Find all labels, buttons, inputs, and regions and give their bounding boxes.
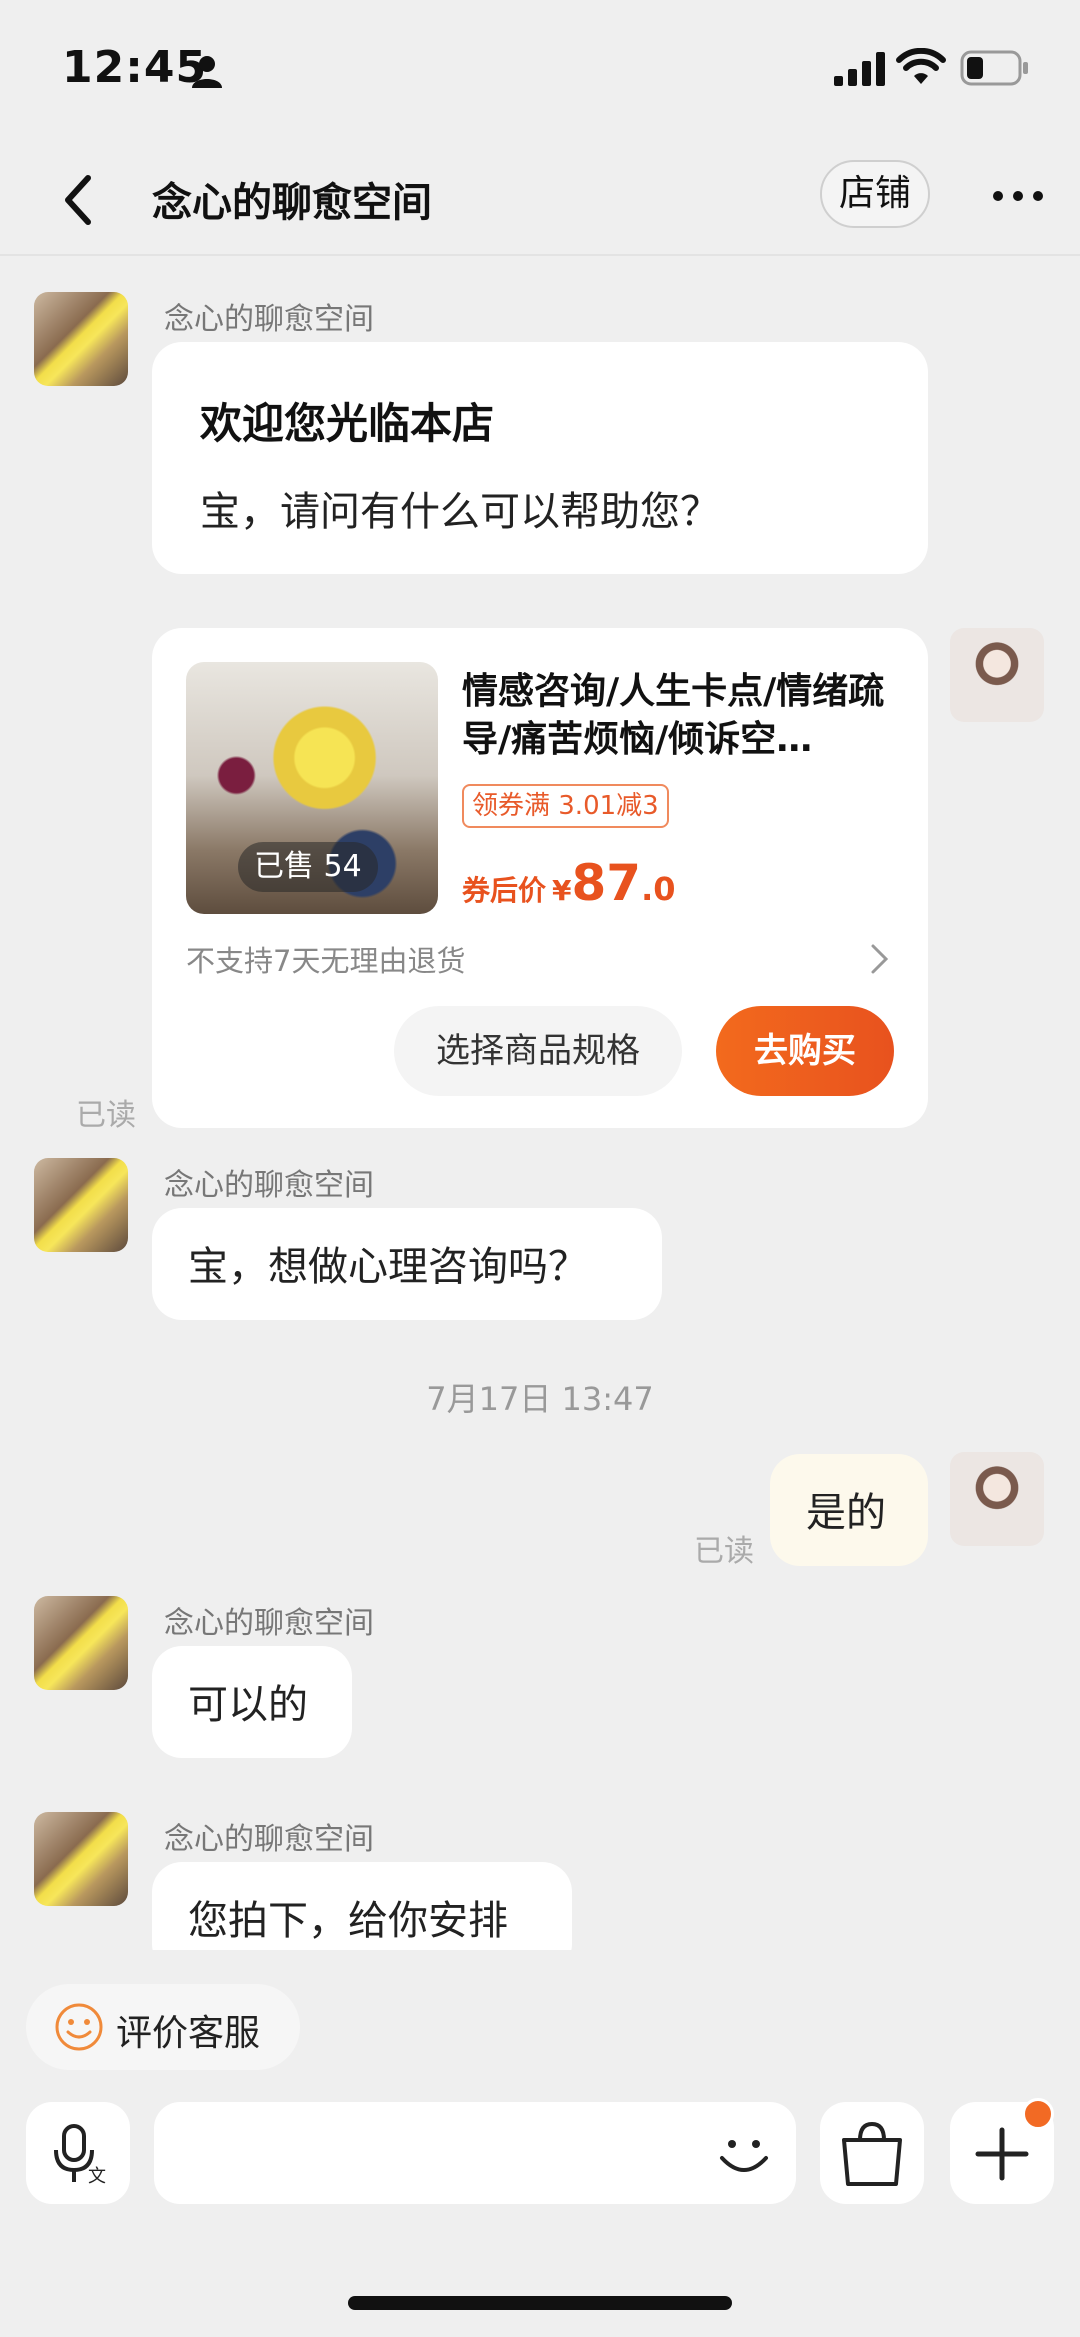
message-text: 是的 [806,1490,886,1536]
evaluate-label: 评价客服 [116,2013,261,2054]
message-bubble: 您拍下，给你安排 [152,1862,572,1950]
svg-text:文: 文 [88,2166,106,2187]
battery-icon [960,50,1028,86]
welcome-heading: 欢迎您光临本店 [200,399,495,448]
message-bubble: 可以的 [152,1646,352,1758]
chat-header: 念心的聊愈空间 店铺 [0,140,1080,256]
shop-avatar[interactable] [34,1812,128,1906]
user-avatar[interactable] [950,628,1044,722]
buy-button[interactable]: 去购买 [716,1006,894,1096]
message-text: 宝，请问有什么可以帮助您？ [200,489,720,535]
message-bubble: 宝，想做心理咨询吗？ [152,1208,662,1320]
chat-title: 念心的聊愈空间 [152,180,432,226]
evaluate-service-button[interactable]: 评价客服 [26,1984,300,2070]
product-image[interactable]: 已售 54 [186,662,438,914]
shopping-bag-button[interactable] [820,2102,924,2204]
coupon-badge[interactable]: 领券满 3.01减3 [462,784,669,828]
welcome-message-bubble: 欢迎您光临本店 宝，请问有什么可以帮助您？ [152,342,928,574]
notification-dot [1022,2098,1054,2130]
price-row: 券后价 ¥87.0 [462,854,676,912]
microphone-icon: 文 [54,2124,106,2187]
message-input[interactable] [154,2102,796,2204]
more-options-icon[interactable] [990,188,1046,204]
back-arrow-icon[interactable] [56,170,106,230]
home-indicator[interactable] [348,2296,732,2310]
product-card[interactable]: 已售 54 情感咨询/人生卡点/情绪疏导/痛苦烦恼/倾诉空… 领券满 3.01减… [152,628,928,1128]
return-policy: 不支持7天无理由退货 [186,944,466,978]
select-spec-button[interactable]: 选择商品规格 [394,1006,682,1096]
status-time: 12:45 [62,42,208,93]
message-clip: 您拍下，给你安排 [152,1862,578,1950]
emoji-icon[interactable] [714,2124,774,2184]
voice-input-button[interactable]: 文 [26,2102,130,2204]
currency-symbol: ¥ [552,874,572,907]
chevron-right-icon[interactable] [868,942,892,976]
price-label: 券后价 [462,874,547,907]
shop-avatar[interactable] [34,1158,128,1252]
message-text: 您拍下，给你安排 [188,1898,508,1944]
sender-name: 念心的聊愈空间 [164,1822,374,1857]
user-avatar[interactable] [950,1452,1044,1546]
shop-avatar[interactable] [34,1596,128,1690]
read-status: 已读 [694,1534,754,1569]
message-text: 宝，想做心理咨询吗？ [188,1244,588,1290]
price-integer: 87 [571,854,642,912]
timestamp: 7月17日 13:47 [426,1380,654,1418]
product-title[interactable]: 情感咨询/人生卡点/情绪疏导/痛苦烦恼/倾诉空… [462,668,902,764]
wifi-icon [896,48,946,84]
read-status: 已读 [76,1098,136,1133]
sender-name: 念心的聊愈空间 [164,302,374,337]
store-button[interactable]: 店铺 [820,160,930,228]
own-message-bubble: 是的 [770,1454,928,1566]
cellular-signal-icon [834,52,885,86]
sender-name: 念心的聊愈空间 [164,1606,374,1641]
price-decimal: .0 [641,870,676,908]
status-bar: 12:45 [0,0,1080,140]
shop-avatar[interactable] [34,292,128,386]
sender-name: 念心的聊愈空间 [164,1168,374,1203]
smile-icon [55,2003,103,2051]
message-text: 可以的 [188,1682,308,1728]
sold-count: 已售 54 [238,842,378,892]
person-icon [192,56,222,88]
shopping-bag-icon [842,2121,902,2186]
